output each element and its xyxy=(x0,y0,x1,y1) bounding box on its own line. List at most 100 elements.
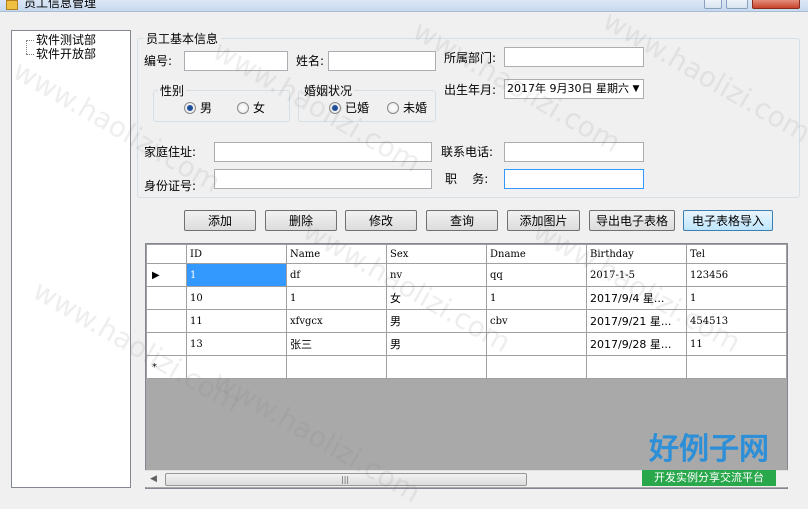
query-button[interactable]: 查询 xyxy=(426,210,498,231)
grid-cell[interactable]: 男 xyxy=(386,309,487,333)
table-row[interactable]: 10 1 女 1 2017/9/4 星... 1 xyxy=(146,286,787,310)
grid-cell[interactable]: 13 xyxy=(186,332,287,356)
tree-item-dept[interactable]: 软件测试部 xyxy=(36,33,96,47)
grid-column-header[interactable]: Sex xyxy=(386,244,487,264)
grid-cell[interactable]: 2017/9/4 星... xyxy=(586,286,687,310)
table-row[interactable]: 11 xfvgcx 男 cbv 2017/9/21 星... 454513 xyxy=(146,309,787,333)
grid-cell[interactable]: 454513 xyxy=(686,309,787,333)
dept-label: 所属部门: xyxy=(444,51,497,65)
grid-column-header[interactable]: ID xyxy=(186,244,287,264)
grid-column-header[interactable]: Name xyxy=(286,244,387,264)
grid-cell[interactable]: 1 xyxy=(186,263,287,287)
grid-cell[interactable]: 1 xyxy=(686,286,787,310)
grid-cell[interactable]: 11 xyxy=(186,309,287,333)
grid-cell[interactable]: 11 xyxy=(686,332,787,356)
grid-cell[interactable]: 2017-1-5 xyxy=(586,263,687,287)
idcard-input[interactable] xyxy=(214,169,432,189)
row-header[interactable] xyxy=(146,309,187,333)
grid-cell[interactable] xyxy=(386,355,487,379)
scroll-left-icon[interactable]: ◀ xyxy=(145,471,162,488)
brand-name: 好例子网 xyxy=(649,432,769,467)
idcard-label: 身份证号: xyxy=(144,179,197,193)
new-row[interactable]: * xyxy=(146,355,787,379)
grid-cell[interactable]: 1 xyxy=(286,286,387,310)
job-label: 职 务: xyxy=(445,172,489,186)
app-icon xyxy=(6,0,18,10)
dept-input[interactable] xyxy=(504,47,644,67)
grid-cell[interactable]: 2017/9/21 星... xyxy=(586,309,687,333)
grid-cell[interactable]: 张三 xyxy=(286,332,387,356)
grid-table: ID Name Sex Dname Birthday Tel ▶ 1 df nv… xyxy=(146,244,787,379)
brand-slogan: 开发实例分享交流平台 xyxy=(642,470,776,486)
grid-column-header[interactable]: Tel xyxy=(686,244,787,264)
grid-cell[interactable]: 2017/9/28 星... xyxy=(586,332,687,356)
department-tree[interactable]: 软件测试部 软件开放部 xyxy=(11,30,131,488)
grid-cell[interactable]: 123456 xyxy=(686,263,787,287)
row-header[interactable] xyxy=(146,286,187,310)
birth-date-value: 2017年 9月30日 星期六 xyxy=(507,82,629,95)
gender-male-label[interactable]: 男 xyxy=(200,100,212,116)
grid-column-header[interactable]: Dname xyxy=(486,244,587,264)
grid-cell[interactable]: 10 xyxy=(186,286,287,310)
id-label: 编号: xyxy=(144,54,173,68)
job-input[interactable] xyxy=(504,169,644,189)
scrollbar-thumb[interactable]: ||| xyxy=(165,473,527,486)
grid-cell[interactable] xyxy=(686,355,787,379)
marital-married-radio[interactable] xyxy=(329,102,341,114)
minimize-button[interactable] xyxy=(704,0,722,9)
birth-label: 出生年月: xyxy=(444,83,497,97)
table-row[interactable]: 13 张三 男 2017/9/28 星... 11 xyxy=(146,332,787,356)
grid-cell[interactable] xyxy=(186,355,287,379)
id-input[interactable] xyxy=(184,51,288,71)
gender-female-radio[interactable] xyxy=(237,102,249,114)
add-button[interactable]: 添加 xyxy=(184,210,256,231)
tree-connector xyxy=(26,40,34,41)
maximize-button[interactable] xyxy=(726,0,748,9)
delete-button[interactable]: 删除 xyxy=(265,210,337,231)
birth-date-picker[interactable]: 2017年 9月30日 星期六 ▼ xyxy=(504,79,644,99)
close-button[interactable] xyxy=(752,0,800,9)
grid-cell[interactable]: nv xyxy=(386,263,487,287)
phone-label: 联系电话: xyxy=(441,145,494,159)
grid-cell[interactable] xyxy=(586,355,687,379)
grid-cell[interactable]: cbv xyxy=(486,309,587,333)
brand-logo: 好例子网 开发实例分享交流平台 xyxy=(642,432,776,490)
marital-single-label[interactable]: 未婚 xyxy=(403,100,427,116)
new-row-indicator-icon[interactable]: * xyxy=(146,355,187,379)
title-bar: 员工信息管理 xyxy=(0,0,808,12)
gender-group-title: 性别 xyxy=(158,82,187,99)
name-input[interactable] xyxy=(328,51,436,71)
grid-header-row: ID Name Sex Dname Birthday Tel xyxy=(146,244,787,264)
grid-cell[interactable] xyxy=(486,332,587,356)
tree-item-dept[interactable]: 软件开放部 xyxy=(36,47,96,61)
address-input[interactable] xyxy=(214,142,432,162)
table-row[interactable]: ▶ 1 df nv qq 2017-1-5 123456 xyxy=(146,263,787,287)
edit-button[interactable]: 修改 xyxy=(345,210,417,231)
grid-cell[interactable] xyxy=(286,355,387,379)
grid-cell[interactable]: 男 xyxy=(386,332,487,356)
grid-cell[interactable]: 女 xyxy=(386,286,487,310)
grid-cell[interactable]: df xyxy=(286,263,387,287)
dropdown-arrow-icon[interactable]: ▼ xyxy=(629,80,643,98)
tree-connector xyxy=(26,54,34,55)
add-image-button[interactable]: 添加图片 xyxy=(507,210,580,231)
export-excel-button[interactable]: 导出电子表格 xyxy=(589,210,675,231)
grip-icon: ||| xyxy=(341,475,350,484)
marital-single-radio[interactable] xyxy=(387,102,399,114)
window-title: 员工信息管理 xyxy=(24,0,97,10)
current-row-indicator-icon[interactable]: ▶ xyxy=(146,263,187,287)
grid-cell[interactable]: xfvgcx xyxy=(286,309,387,333)
gender-female-label[interactable]: 女 xyxy=(253,100,265,116)
grid-column-header[interactable]: Birthday xyxy=(586,244,687,264)
group-title: 员工基本信息 xyxy=(143,30,222,47)
marital-group-title: 婚姻状况 xyxy=(302,82,355,99)
row-header[interactable] xyxy=(146,332,187,356)
grid-cell[interactable]: 1 xyxy=(486,286,587,310)
grid-cell[interactable]: qq xyxy=(486,263,587,287)
name-label: 姓名: xyxy=(296,54,325,68)
grid-cell[interactable] xyxy=(486,355,587,379)
import-excel-button[interactable]: 电子表格导入 xyxy=(683,210,773,231)
marital-married-label[interactable]: 已婚 xyxy=(345,100,369,116)
gender-male-radio[interactable] xyxy=(184,102,196,114)
phone-input[interactable] xyxy=(504,142,644,162)
